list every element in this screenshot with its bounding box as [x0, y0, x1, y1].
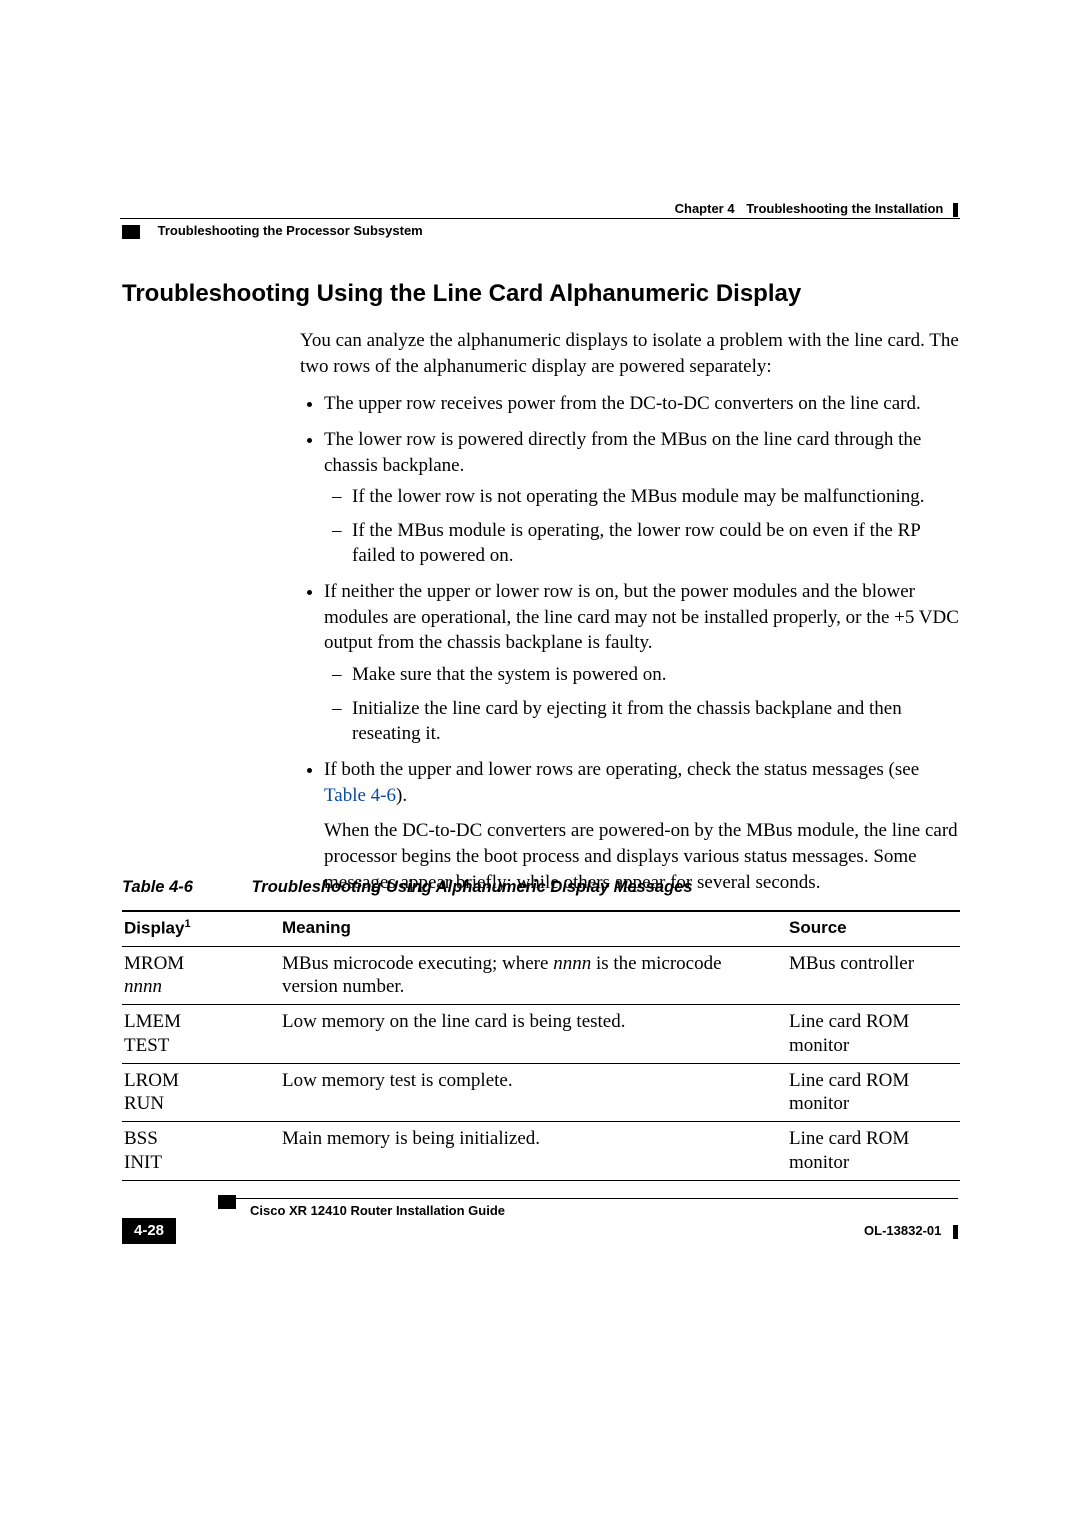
- intro-paragraph: You can analyze the alphanumeric display…: [300, 328, 960, 379]
- bullet-list: The upper row receives power from the DC…: [300, 391, 960, 895]
- table-row: MROM nnnn MBus microcode executing; wher…: [122, 946, 960, 1005]
- chapter-label: Chapter 4: [675, 201, 735, 216]
- table-number: Table 4-6: [122, 878, 193, 896]
- bullet-item: The upper row receives power from the DC…: [324, 391, 960, 417]
- cell-source: Line card ROM monitor: [787, 1063, 960, 1122]
- cell-display: BSS INIT: [122, 1122, 280, 1181]
- section-heading: Troubleshooting Using the Line Card Alph…: [122, 278, 801, 310]
- table-header-row: Display1 Meaning Source: [122, 911, 960, 946]
- bullet-item: If neither the upper or lower row is on,…: [324, 579, 960, 747]
- sub-bullet-item: If the lower row is not operating the MB…: [352, 484, 960, 510]
- table-title: Troubleshooting Using Alphanumeric Displ…: [252, 878, 693, 896]
- cell-display: LMEM TEST: [122, 1005, 280, 1064]
- cell-source: Line card ROM monitor: [787, 1005, 960, 1064]
- page-number: 4-28: [122, 1218, 176, 1244]
- messages-table: Display1 Meaning Source MROM nnnn MBus m…: [122, 910, 960, 1181]
- table-row: LROM RUN Low memory test is complete. Li…: [122, 1063, 960, 1122]
- sub-bullet-list: Make sure that the system is powered on.…: [324, 662, 960, 747]
- document-id: OL-13832-01: [864, 1222, 958, 1240]
- running-header-left: Troubleshooting the Processor Subsystem: [122, 222, 423, 240]
- col-meaning: Meaning: [280, 911, 787, 946]
- sub-bullet-list: If the lower row is not operating the MB…: [324, 484, 960, 569]
- cell-source: MBus controller: [787, 946, 960, 1005]
- table-row: LMEM TEST Low memory on the line card is…: [122, 1005, 960, 1064]
- col-display: Display1: [122, 911, 280, 946]
- cell-meaning: MBus microcode executing; where nnnn is …: [280, 946, 787, 1005]
- header-rule: [120, 218, 960, 219]
- running-header-right: Chapter 4 Troubleshooting the Installati…: [675, 200, 958, 218]
- chapter-title: Troubleshooting the Installation: [746, 201, 943, 216]
- header-bar-icon: [953, 203, 958, 217]
- cell-meaning: Low memory test is complete.: [280, 1063, 787, 1122]
- cell-display: LROM RUN: [122, 1063, 280, 1122]
- table-caption: Table 4-6 Troubleshooting Using Alphanum…: [122, 876, 693, 898]
- footer-bar-icon: [953, 1225, 958, 1239]
- body-text: You can analyze the alphanumeric display…: [300, 322, 960, 907]
- bullet-item: The lower row is powered directly from t…: [324, 427, 960, 569]
- section-running-title: Troubleshooting the Processor Subsystem: [158, 223, 423, 238]
- sub-bullet-item: If the MBus module is operating, the low…: [352, 518, 960, 569]
- cell-source: Line card ROM monitor: [787, 1122, 960, 1181]
- footer-rule: [232, 1198, 958, 1199]
- cell-meaning: Low memory on the line card is being tes…: [280, 1005, 787, 1064]
- bullet-item: If both the upper and lower rows are ope…: [324, 757, 960, 895]
- cell-meaning: Main memory is being initialized.: [280, 1122, 787, 1181]
- col-source: Source: [787, 911, 960, 946]
- footer-guide-title: Cisco XR 12410 Router Installation Guide: [250, 1202, 505, 1220]
- sub-bullet-item: Make sure that the system is powered on.: [352, 662, 960, 688]
- header-block-icon: [122, 225, 140, 239]
- table-row: BSS INIT Main memory is being initialize…: [122, 1122, 960, 1181]
- cell-display: MROM nnnn: [122, 946, 280, 1005]
- sub-bullet-item: Initialize the line card by ejecting it …: [352, 696, 960, 747]
- table-cross-ref-link[interactable]: Table 4-6: [324, 785, 396, 806]
